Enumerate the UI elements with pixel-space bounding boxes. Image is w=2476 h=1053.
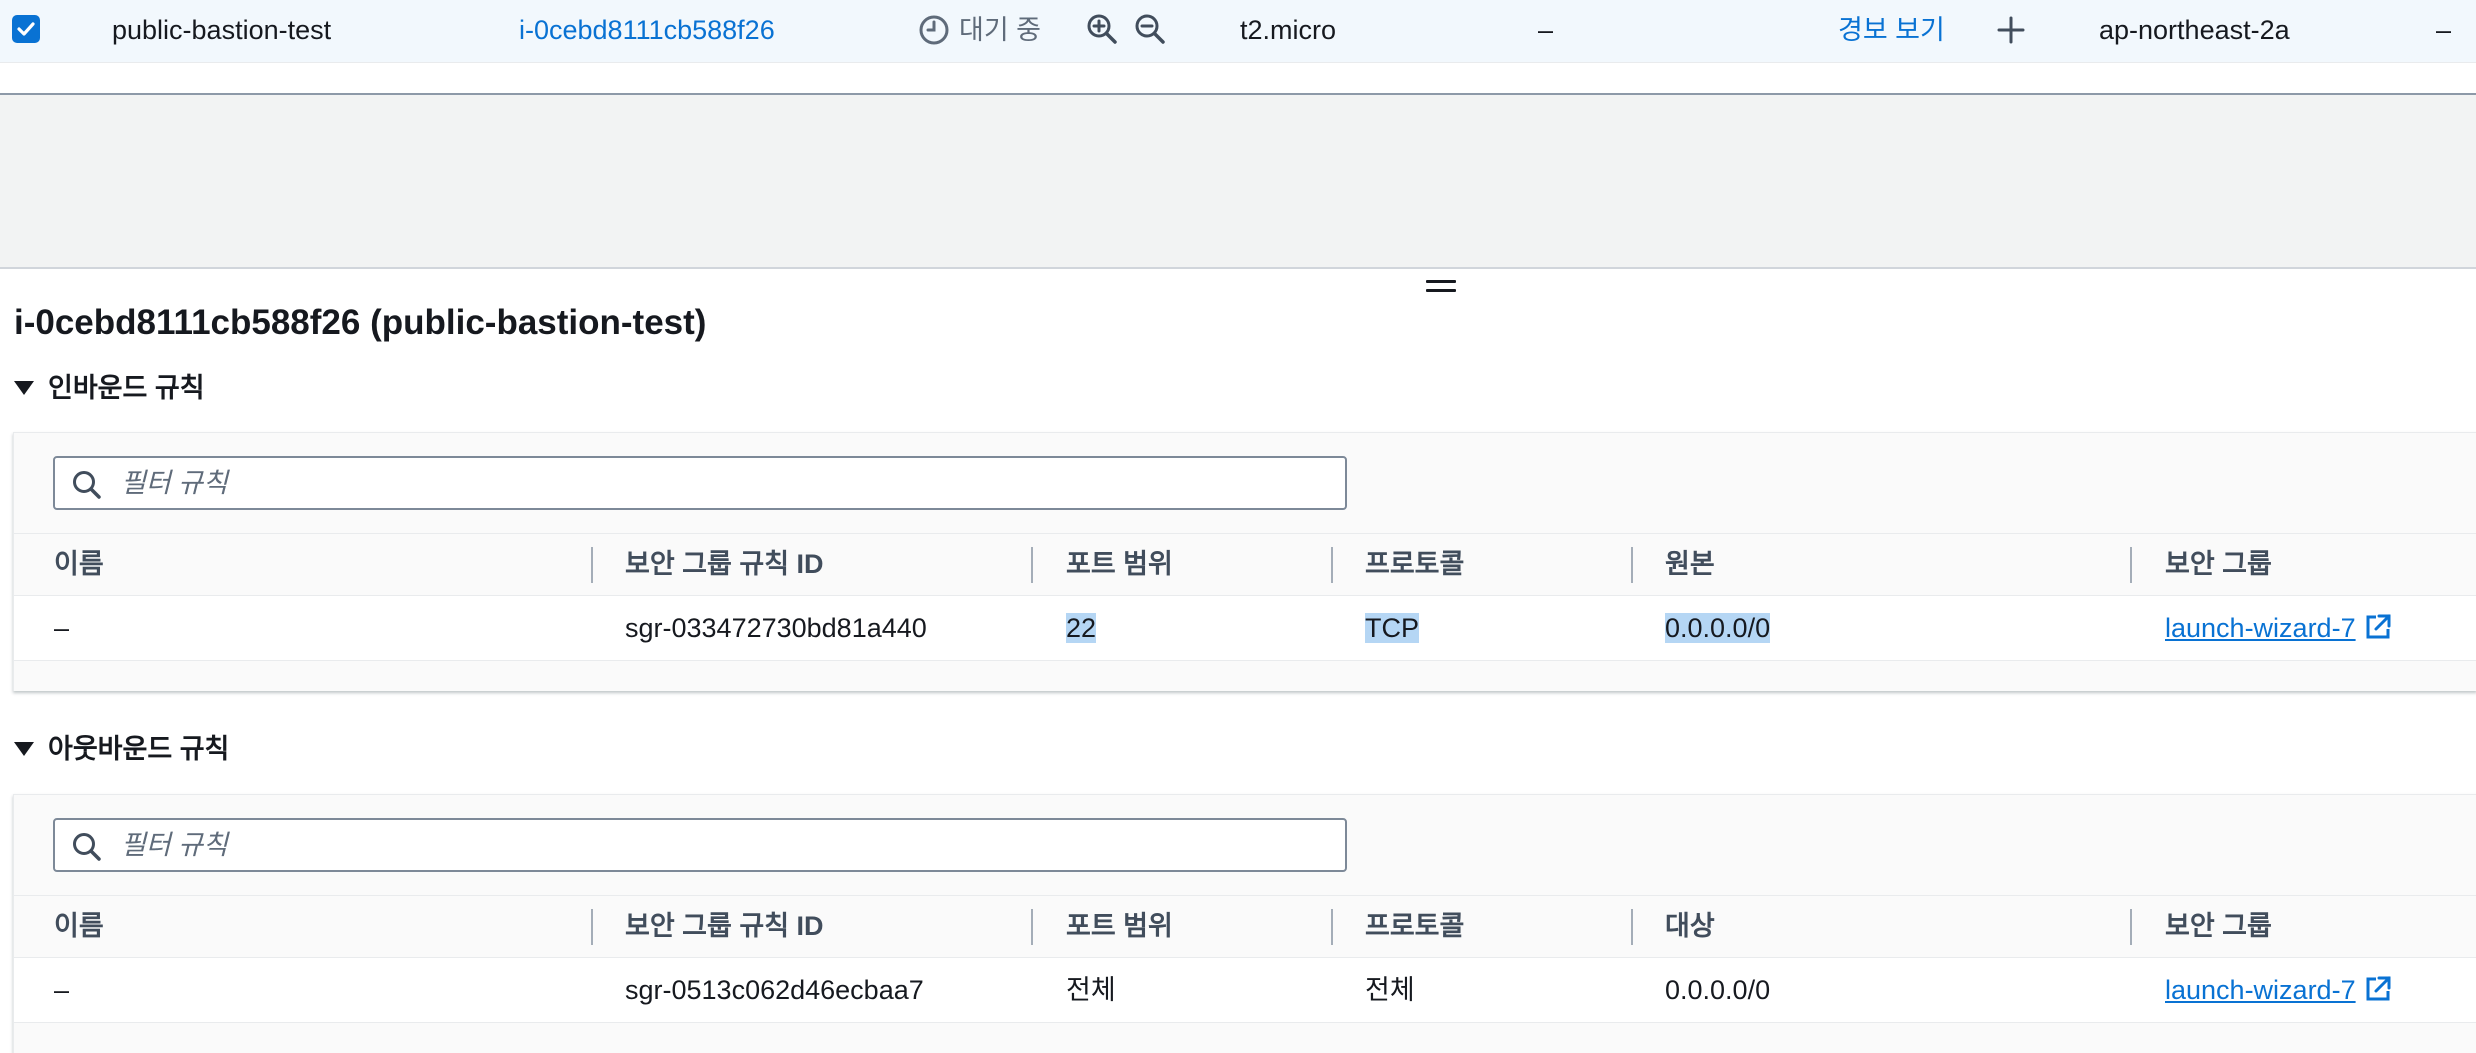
outbound-rules-toggle[interactable]: 아웃바운드 규칙 xyxy=(14,729,229,769)
cell-port-range: 22 xyxy=(1066,613,1097,643)
split-panel-gap xyxy=(0,95,2476,267)
table-row[interactable]: – sgr-033472730bd81a440 22 TCP 0.0.0.0/0… xyxy=(14,595,2476,661)
caret-down-icon xyxy=(14,380,34,395)
column-header-destination[interactable]: 대상 xyxy=(1665,896,1715,956)
search-icon xyxy=(73,833,101,861)
zoom-in-icon[interactable] xyxy=(1086,13,1118,45)
external-link-icon[interactable] xyxy=(2364,975,2392,1003)
outbound-table-header: 이름 보안 그룹 규칙 ID 포트 범위 프로토콜 대상 보안 그룹 xyxy=(14,895,2476,956)
column-header-protocol[interactable]: 프로토콜 xyxy=(1365,534,1464,594)
outbound-rules-title: 아웃바운드 규칙 xyxy=(48,734,230,764)
zoom-out-icon[interactable] xyxy=(1134,13,1166,45)
cell-port-range: 전체 xyxy=(1066,975,1116,1005)
cell-destination: 0.0.0.0/0 xyxy=(1665,975,1771,1005)
security-group-link[interactable]: launch-wizard-7 xyxy=(2165,613,2356,643)
inbound-table-header: 이름 보안 그룹 규칙 ID 포트 범위 프로토콜 원본 보안 그룹 xyxy=(14,533,2476,594)
split-panel-border xyxy=(0,267,2476,269)
security-group-link[interactable]: launch-wizard-7 xyxy=(2165,975,2356,1005)
column-divider[interactable] xyxy=(1631,909,1633,945)
outbound-filter-input[interactable] xyxy=(121,820,1321,870)
cell-rule-id: sgr-033472730bd81a440 xyxy=(625,613,927,643)
inbound-filter-input[interactable] xyxy=(121,458,1321,508)
instance-id-link[interactable]: i-0cebd8111cb588f26 xyxy=(519,0,775,62)
column-divider[interactable] xyxy=(2130,909,2132,945)
column-header-source[interactable]: 원본 xyxy=(1665,534,1715,594)
column-header-security-group[interactable]: 보안 그룹 xyxy=(2165,896,2272,956)
instance-state: 대기 중 xyxy=(959,15,1042,45)
column-divider[interactable] xyxy=(1031,909,1033,945)
inbound-rules-title: 인바운드 규칙 xyxy=(48,373,205,403)
view-alarms-link[interactable]: 경보 보기 xyxy=(1838,0,1945,62)
cell-protocol: 전체 xyxy=(1365,975,1415,1005)
external-link-icon[interactable] xyxy=(2364,613,2392,641)
instance-type: t2.micro xyxy=(1240,15,1337,45)
column-header-port-range[interactable]: 포트 범위 xyxy=(1066,896,1173,956)
column-divider[interactable] xyxy=(1631,547,1633,583)
column-divider[interactable] xyxy=(1331,547,1333,583)
column-header-name[interactable]: 이름 xyxy=(54,534,104,594)
column-header-port-range[interactable]: 포트 범위 xyxy=(1066,534,1173,594)
availability-zone: ap-northeast-2a xyxy=(2099,15,2290,45)
panel-title: i-0cebd8111cb588f26 (public-bastion-test… xyxy=(14,303,707,342)
column-divider[interactable] xyxy=(2130,547,2132,583)
column-divider[interactable] xyxy=(1031,547,1033,583)
column-header-security-group[interactable]: 보안 그룹 xyxy=(2165,534,2272,594)
column-header-rule-id[interactable]: 보안 그룹 규칙 ID xyxy=(625,896,824,956)
column-header-name[interactable]: 이름 xyxy=(54,896,104,956)
inbound-filter-field[interactable] xyxy=(53,456,1347,510)
cell-name: – xyxy=(54,975,70,1005)
caret-down-icon xyxy=(14,741,34,756)
cell-source: 0.0.0.0/0 xyxy=(1665,613,1771,643)
inbound-rules-toggle[interactable]: 인바운드 규칙 xyxy=(14,368,205,408)
cell-name: – xyxy=(54,613,70,643)
column-divider[interactable] xyxy=(1331,909,1333,945)
instance-row[interactable]: public-bastion-test i-0cebd8111cb588f26 … xyxy=(0,0,2476,63)
table-row[interactable]: – sgr-0513c062d46ecbaa7 전체 전체 0.0.0.0/0 … xyxy=(14,957,2476,1023)
search-icon xyxy=(73,471,101,499)
clock-icon xyxy=(918,14,950,46)
column-divider[interactable] xyxy=(591,909,593,945)
drag-handle-icon[interactable] xyxy=(1426,280,1456,298)
outbound-filter-field[interactable] xyxy=(53,818,1347,872)
plus-icon[interactable] xyxy=(1996,15,2026,45)
status-check: – xyxy=(1538,15,1554,45)
public-dns: – xyxy=(2436,15,2452,45)
table-empty-space xyxy=(0,63,2476,93)
column-header-protocol[interactable]: 프로토콜 xyxy=(1365,896,1464,956)
column-header-rule-id[interactable]: 보안 그룹 규칙 ID xyxy=(625,534,824,594)
cell-protocol: TCP xyxy=(1365,613,1419,643)
cell-rule-id: sgr-0513c062d46ecbaa7 xyxy=(625,975,924,1005)
instance-name: public-bastion-test xyxy=(112,15,332,45)
checkbox-checked-icon[interactable] xyxy=(12,15,40,43)
column-divider[interactable] xyxy=(591,547,593,583)
